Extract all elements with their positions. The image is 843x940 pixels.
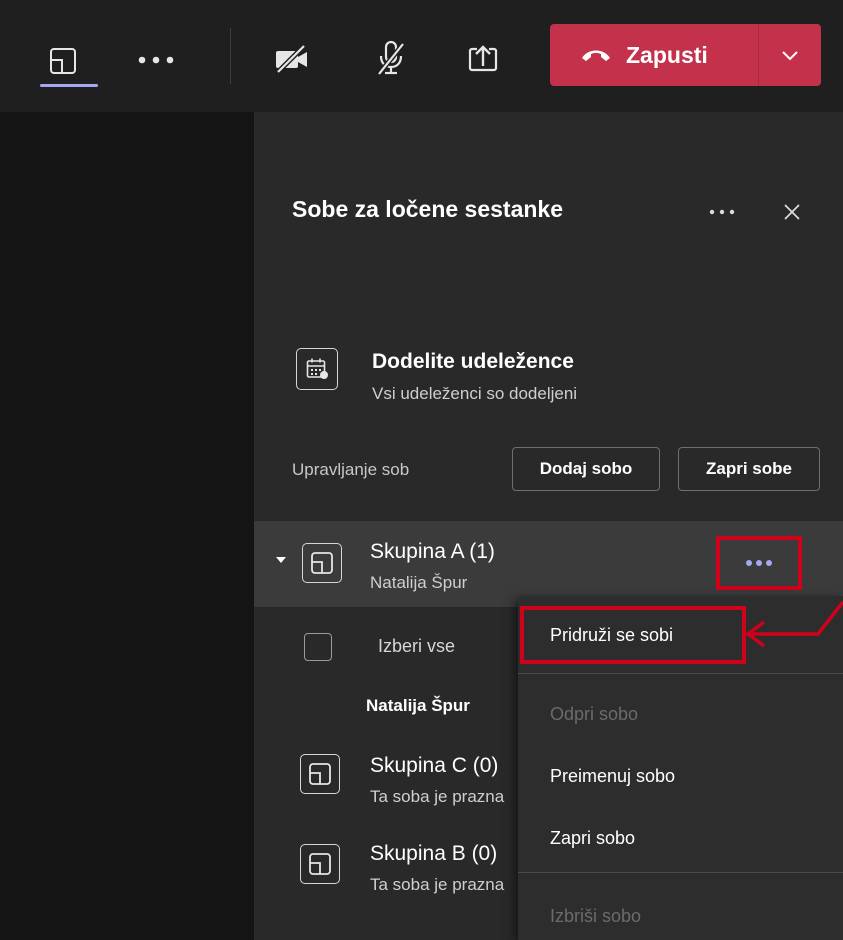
leave-button[interactable]: Zapusti bbox=[550, 24, 821, 86]
red-annotation-arrow-icon bbox=[745, 600, 843, 648]
teams-meeting-window: Zapusti Sobe za ločene sestanke Dodelite… bbox=[0, 0, 843, 940]
toolbar-divider bbox=[230, 28, 231, 84]
mic-toggle-button[interactable] bbox=[366, 32, 416, 84]
room-status: Ta soba je prazna bbox=[370, 787, 505, 806]
breakout-room-icon bbox=[309, 763, 331, 785]
active-tab-indicator bbox=[40, 84, 98, 87]
expand-caret-icon[interactable] bbox=[276, 557, 286, 563]
close-rooms-button[interactable]: Zapri sobe bbox=[678, 447, 820, 491]
chevron-down-icon bbox=[782, 51, 798, 61]
participant-name[interactable]: Natalija Špur bbox=[366, 696, 470, 716]
breakout-room-icon bbox=[311, 552, 333, 574]
more-horizontal-icon bbox=[746, 560, 772, 566]
room-icon-box bbox=[300, 754, 340, 794]
share-content-button[interactable] bbox=[458, 34, 508, 84]
add-room-button[interactable]: Dodaj sobo bbox=[512, 447, 660, 491]
meeting-stage bbox=[0, 112, 254, 940]
phone-hangup-icon bbox=[582, 50, 610, 61]
calendar-assign-icon bbox=[306, 358, 328, 379]
room-name: Skupina A (1) bbox=[370, 540, 495, 563]
panel-more-button[interactable] bbox=[700, 192, 744, 232]
assign-participants-status: Vsi udeleženci so dodeljeni bbox=[372, 384, 578, 403]
assign-participants-title[interactable]: Dodelite udeležence bbox=[372, 350, 574, 374]
leave-main-area[interactable]: Zapusti bbox=[550, 24, 758, 86]
room-status: Ta soba je prazna bbox=[370, 875, 505, 894]
room-name[interactable]: Skupina B (0) bbox=[370, 842, 497, 866]
room-more-options-button[interactable] bbox=[716, 536, 802, 590]
screen-layout-icon bbox=[50, 48, 76, 74]
share-tray-icon bbox=[468, 45, 498, 72]
menu-divider bbox=[518, 872, 843, 873]
menu-item-delete-room: Izbriši sobo bbox=[550, 906, 642, 926]
select-all-checkbox[interactable] bbox=[304, 633, 332, 661]
panel-close-button[interactable] bbox=[772, 192, 812, 232]
assign-participants-button[interactable] bbox=[296, 348, 338, 390]
more-horizontal-icon bbox=[709, 209, 735, 215]
meeting-toolbar: Zapusti bbox=[0, 0, 843, 112]
menu-item-close-room[interactable]: Zapri sobo bbox=[550, 828, 635, 849]
room-icon-box bbox=[302, 543, 342, 583]
room-name[interactable]: Skupina C (0) bbox=[370, 754, 498, 778]
leave-options-button[interactable] bbox=[759, 24, 821, 86]
leave-button-label: Zapusti bbox=[626, 41, 708, 68]
room-icon-box bbox=[300, 844, 340, 884]
panel-title: Sobe za ločene sestanke bbox=[292, 196, 564, 222]
more-horizontal-icon bbox=[138, 56, 174, 64]
select-all-label: Izberi vse bbox=[378, 636, 456, 656]
more-actions-button[interactable] bbox=[128, 38, 184, 82]
annotation-highlight-box bbox=[520, 606, 746, 664]
manage-rooms-label: Upravljanje sob bbox=[292, 460, 410, 479]
breakout-room-icon bbox=[309, 853, 331, 875]
menu-divider bbox=[518, 673, 843, 674]
menu-item-open-room: Odpri sobo bbox=[550, 704, 639, 724]
camera-off-icon bbox=[276, 44, 307, 74]
menu-item-rename-room[interactable]: Preimenuj sobo bbox=[550, 766, 675, 787]
camera-toggle-button[interactable] bbox=[266, 34, 318, 84]
mic-off-icon bbox=[377, 40, 405, 76]
close-icon bbox=[784, 204, 800, 220]
view-button[interactable] bbox=[36, 34, 90, 88]
room-status: Natalija Špur bbox=[370, 573, 468, 592]
